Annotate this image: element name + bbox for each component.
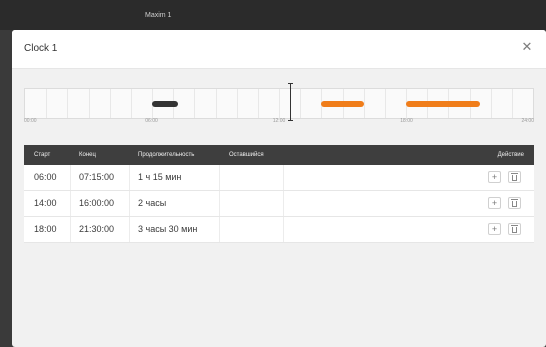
dialog-title: Clock 1 <box>24 43 58 54</box>
time-cursor[interactable] <box>287 83 293 121</box>
header-duration: Продолжительность <box>138 152 195 158</box>
timeline-gridline <box>300 89 302 118</box>
cell-end: 21:30:00 <box>79 224 115 234</box>
timeline-gridline <box>490 89 492 118</box>
timeline-gridline <box>215 89 217 118</box>
timeline-gridline <box>67 89 69 118</box>
backdrop-title: Maxim 1 <box>145 12 172 19</box>
cell-end: 16:00:00 <box>79 198 115 208</box>
cell-duration: 2 часы <box>138 198 167 208</box>
table-header: Старт Конец Продолжительность Оставшийся… <box>24 145 534 165</box>
timeline-gridline <box>194 89 196 118</box>
cell-start: 18:00 <box>34 224 57 234</box>
timeline-gridline <box>279 89 280 118</box>
add-button[interactable]: + <box>488 223 501 235</box>
divider <box>129 191 130 216</box>
timeline-gridline <box>236 89 238 118</box>
timeline-segment[interactable] <box>321 101 364 107</box>
table-row: 14:00 16:00:00 2 часы + <box>24 191 534 217</box>
divider <box>129 217 130 242</box>
timeline-gridline <box>511 89 513 118</box>
delete-button[interactable] <box>508 171 521 183</box>
trash-icon <box>511 173 518 181</box>
table-row: 06:00 07:15:00 1 ч 15 мин + <box>24 165 534 191</box>
delete-button[interactable] <box>508 197 521 209</box>
backdrop-bar: Maxim 1 <box>0 0 546 30</box>
clock-dialog: Clock 1 ✕ 00:00 06:00 12:00 18:00 24:00 Стар… <box>12 30 546 347</box>
header-actions: Действие <box>497 152 524 158</box>
cell-end: 07:15:00 <box>79 172 115 182</box>
timeline-segment[interactable] <box>152 101 179 107</box>
divider <box>219 165 220 190</box>
timeline-track[interactable] <box>24 83 534 121</box>
timeline-gridline <box>130 89 132 118</box>
header-start: Старт <box>34 152 51 158</box>
cell-duration: 1 ч 15 мин <box>138 172 182 182</box>
trash-icon <box>511 199 518 207</box>
timeline-tick-label: 06:00 <box>145 118 158 124</box>
cell-duration: 3 часы 30 мин <box>138 224 198 234</box>
divider <box>283 165 284 190</box>
timeline-segment[interactable] <box>406 101 481 107</box>
add-button[interactable]: + <box>488 171 501 183</box>
cell-start: 06:00 <box>34 172 57 182</box>
divider <box>283 217 284 242</box>
divider <box>283 191 284 216</box>
timeline-tick-label: 18:00 <box>400 118 413 124</box>
timeline-tick-label: 12:00 <box>272 118 286 124</box>
divider <box>129 165 130 190</box>
close-icon[interactable]: ✕ <box>520 40 534 54</box>
trash-icon <box>511 225 518 233</box>
timeline-gridline <box>88 89 90 118</box>
add-button[interactable]: + <box>488 197 501 209</box>
divider <box>70 165 71 190</box>
header-remaining: Оставшийся <box>229 152 264 158</box>
delete-button[interactable] <box>508 223 521 235</box>
divider <box>219 191 220 216</box>
timeline-tick-label: 00:00 <box>24 118 37 124</box>
timeline-gridline <box>109 89 111 118</box>
table-row: 18:00 21:30:00 3 часы 30 мин + <box>24 217 534 243</box>
divider <box>70 191 71 216</box>
timeline-gridline <box>384 89 386 118</box>
divider <box>70 217 71 242</box>
timeline-gridline <box>363 89 365 118</box>
dialog-header: Clock 1 ✕ <box>12 30 546 69</box>
timeline-gridline <box>257 89 259 118</box>
divider <box>219 217 220 242</box>
header-end: Конец <box>79 152 96 158</box>
timeline-gridline <box>46 89 48 118</box>
timeline-tick-label: 24:00 <box>521 118 534 124</box>
cell-start: 14:00 <box>34 198 57 208</box>
schedule-table: Старт Конец Продолжительность Оставшийся… <box>24 145 534 243</box>
